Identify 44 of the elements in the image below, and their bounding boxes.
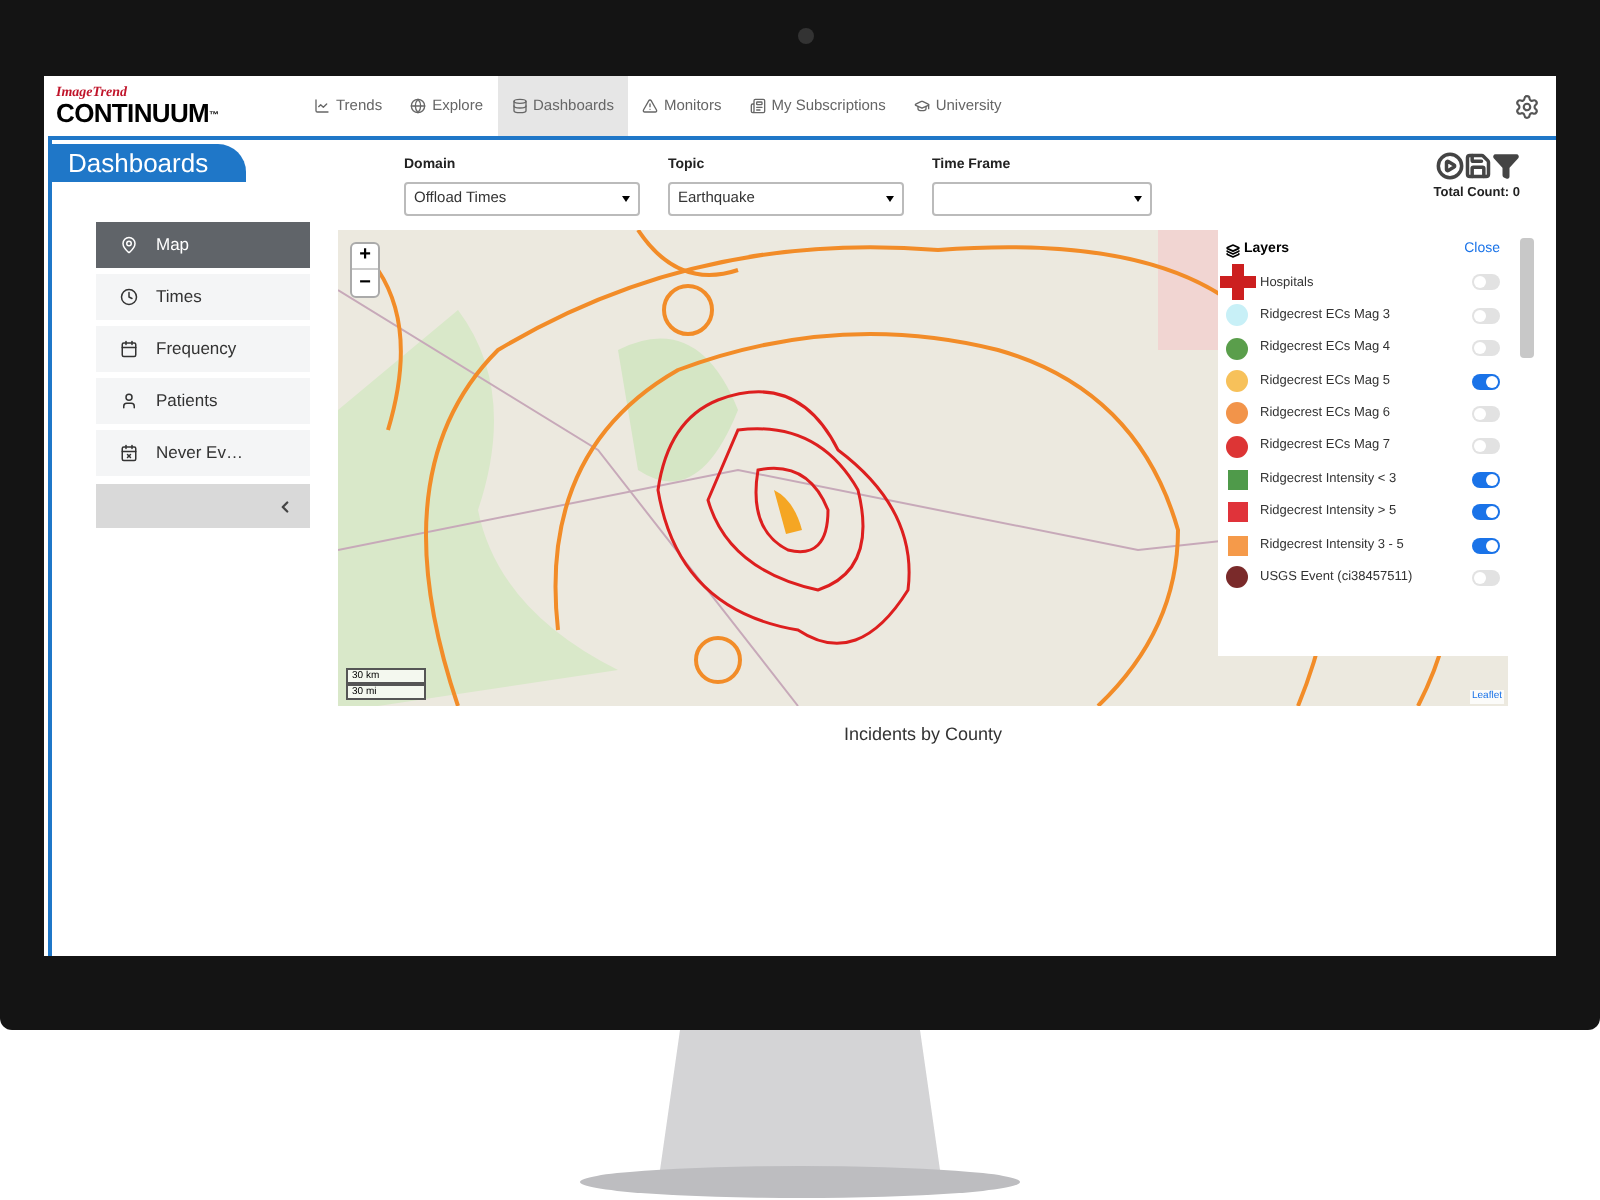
chart-title: Incidents by County (841, 722, 1005, 748)
camera-icon (798, 28, 814, 44)
zoom-out-button[interactable]: − (352, 270, 378, 296)
filter-dropdown[interactable] (932, 181, 1152, 215)
layer-toggle[interactable] (1472, 307, 1500, 324)
sidebar-item[interactable]: Patients (96, 378, 310, 424)
layer-toggle[interactable] (1472, 504, 1500, 521)
calendar-icon (120, 340, 138, 358)
sidebar-item[interactable]: Never Ev… (96, 430, 310, 476)
caret-icon (622, 195, 630, 201)
globe-icon (410, 98, 427, 114)
graduation-cap-icon (913, 98, 930, 114)
layer-toggle[interactable] (1472, 340, 1500, 357)
save-icon[interactable] (1464, 152, 1492, 180)
logo-wordmark: CONTINUUM$^{™}$ (56, 100, 221, 126)
play-icon[interactable] (1436, 152, 1464, 180)
layer-toggle[interactable] (1472, 274, 1500, 291)
sidebar-item[interactable]: Map (96, 222, 310, 268)
caret-icon (1134, 195, 1142, 201)
newspaper-icon (749, 98, 766, 114)
person-icon (120, 392, 138, 410)
layer-toggle[interactable] (1472, 569, 1500, 586)
warning-icon (641, 98, 658, 114)
page-title: Dashboards (52, 144, 246, 182)
layer-toggle[interactable] (1472, 537, 1500, 554)
sidebar-item[interactable]: Times (96, 274, 310, 320)
collapse-button[interactable] (96, 484, 310, 528)
calendar-x-icon (120, 444, 138, 462)
caret-icon (886, 195, 894, 201)
layer-toggle[interactable] (1472, 373, 1500, 390)
line-chart-icon (314, 98, 330, 114)
zoom-in-button[interactable]: + (352, 244, 378, 270)
map-pin-icon (120, 236, 138, 254)
scrollbar[interactable] (1520, 238, 1534, 358)
database-icon (511, 98, 528, 114)
clock-icon (120, 288, 138, 306)
sidebar-item[interactable]: Frequency (96, 326, 310, 372)
layer-toggle[interactable] (1472, 438, 1500, 455)
settings-icon[interactable] (1514, 93, 1540, 119)
layers-icon (1226, 243, 1240, 257)
filter-icon[interactable] (1492, 152, 1520, 180)
layer-toggle[interactable] (1472, 405, 1500, 422)
chevron-left-icon (276, 497, 294, 515)
layer-toggle[interactable] (1472, 471, 1500, 488)
